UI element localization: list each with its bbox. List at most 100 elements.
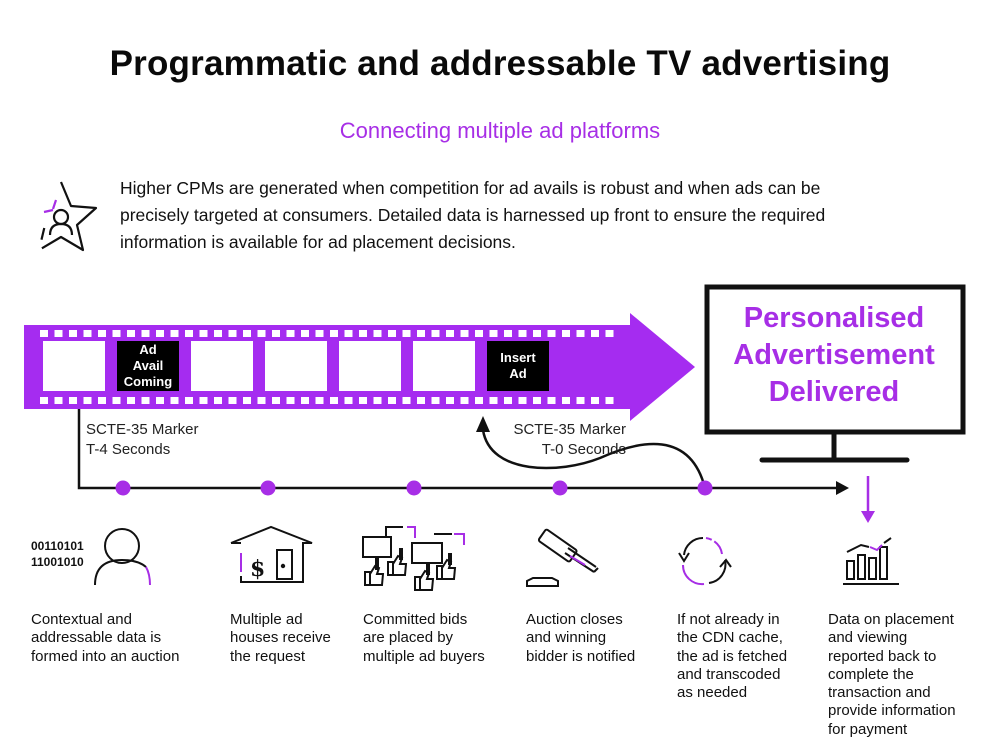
sprocket-hole — [417, 397, 425, 404]
sprocket-hole — [199, 397, 208, 404]
user-data-icon — [94, 528, 151, 586]
gavel-icon — [526, 528, 599, 587]
sprocket-hole — [301, 330, 309, 337]
frame-label-line: Insert — [500, 350, 536, 365]
sprocket-hole — [460, 330, 469, 337]
sprocket-hole — [431, 397, 440, 404]
timeline-arrowhead — [836, 481, 849, 495]
step-line: formed into an auction — [31, 647, 180, 665]
sprocket-hole — [315, 397, 324, 404]
sprocket-hole — [272, 330, 280, 337]
step-line: Multiple ad — [230, 611, 303, 628]
sprocket-hole — [272, 397, 280, 404]
ad-house-icon: $ — [230, 525, 313, 583]
step-1-description: Contextual and addressable data is formed … — [31, 611, 179, 666]
sprocket-hole — [605, 397, 614, 404]
sprocket-hole — [112, 330, 121, 337]
bar-chart-report-icon — [843, 537, 899, 585]
sprocket-hole — [286, 397, 295, 404]
sprocket-hole — [315, 330, 324, 337]
sprocket-hole — [54, 330, 63, 337]
sprocket-hole — [228, 397, 237, 404]
timeline-step-dot — [552, 480, 568, 496]
step-line: and winning — [526, 629, 607, 647]
step-2-description: Multiple ad houses receive the request — [230, 611, 331, 666]
step-6-description: Data on placement and viewing reported bac… — [828, 611, 956, 739]
sprocket-hole — [388, 330, 396, 337]
sprocket-hole — [127, 330, 135, 337]
step-line: houses receive — [230, 629, 331, 647]
sprocket-hole — [547, 397, 556, 404]
sprocket-hole — [417, 330, 425, 337]
sprocket-hole — [40, 397, 48, 404]
sprocket-hole — [562, 397, 570, 404]
marker-name: SCTE-35 Marker — [513, 421, 626, 438]
sprocket-hole — [446, 397, 454, 404]
frame-label-line: Ad — [139, 342, 157, 357]
sprocket-hole — [199, 330, 208, 337]
timeline-step-dot — [115, 480, 131, 496]
sprocket-hole — [214, 397, 222, 404]
sprocket-hole — [112, 397, 121, 404]
sprocket-hole — [460, 397, 469, 404]
marker-time: T-4 Seconds — [86, 441, 171, 458]
sprocket-hole — [489, 330, 498, 337]
sprocket-hole — [359, 330, 367, 337]
sprocket-hole — [475, 330, 483, 337]
sprocket-hole — [591, 330, 599, 337]
step-line: provide information — [828, 702, 956, 720]
step-line: If not already in — [677, 611, 780, 628]
film-frame — [265, 341, 327, 391]
step-line: and transcoded — [677, 665, 781, 683]
sprocket-hole — [301, 397, 309, 404]
sprocket-hole — [533, 330, 541, 337]
sprocket-hole — [330, 397, 338, 404]
sprocket-hole — [373, 397, 382, 404]
sprocket-hole — [185, 330, 193, 337]
sprocket-hole — [40, 330, 48, 337]
tv-message-line: Personalised — [743, 302, 925, 334]
sprocket-hole — [54, 397, 63, 404]
binary-data-label: 00110101 11001010 — [31, 538, 84, 570]
marker-t0-label: SCTE-35 Marker T-0 Seconds — [496, 420, 626, 460]
sprocket-hole — [286, 330, 295, 337]
sprocket-hole — [98, 397, 106, 404]
sprocket-hole — [533, 397, 541, 404]
frame-label-line: Ad — [509, 366, 527, 381]
step-line: are placed by — [363, 629, 454, 647]
marker-name: SCTE-35 Marker — [86, 421, 199, 438]
step-line: Auction closes — [526, 611, 623, 628]
sprocket-hole — [185, 397, 193, 404]
tv-message-line: Advertisement — [733, 339, 935, 371]
sprocket-hole — [388, 397, 396, 404]
sprocket-hole — [330, 330, 338, 337]
film-frame — [339, 341, 401, 391]
step-3-description: Committed bids are placed by multiple ad b… — [363, 611, 485, 666]
return-arrowhead — [476, 416, 490, 432]
sprocket-hole — [576, 330, 585, 337]
sprocket-hole — [475, 397, 483, 404]
sprocket-hole — [402, 330, 411, 337]
binary-line: 00110101 — [31, 539, 84, 553]
report-down-arrowhead — [861, 511, 875, 523]
refresh-cycle-icon — [678, 536, 732, 586]
binary-line: 11001010 — [31, 555, 84, 569]
timeline-step-dot — [697, 480, 713, 496]
svg-text:$: $ — [250, 556, 265, 582]
sprocket-hole — [605, 330, 614, 337]
timeline-step-dot — [260, 480, 276, 496]
sprocket-hole — [402, 397, 411, 404]
step-line: as needed — [677, 684, 748, 702]
sprocket-hole — [170, 330, 179, 337]
bidding-paddles-icon — [362, 526, 465, 591]
film-frame — [413, 341, 475, 391]
sprocket-hole — [489, 397, 498, 404]
sprocket-hole — [504, 330, 512, 337]
step-line: bidder is notified — [526, 647, 636, 665]
sprocket-hole — [243, 397, 251, 404]
sprocket-hole — [562, 330, 570, 337]
frame-label-line: Avail — [132, 358, 164, 373]
tv-message-line: Delivered — [768, 376, 900, 408]
sprocket-hole — [127, 397, 135, 404]
sprocket-hole — [547, 330, 556, 337]
